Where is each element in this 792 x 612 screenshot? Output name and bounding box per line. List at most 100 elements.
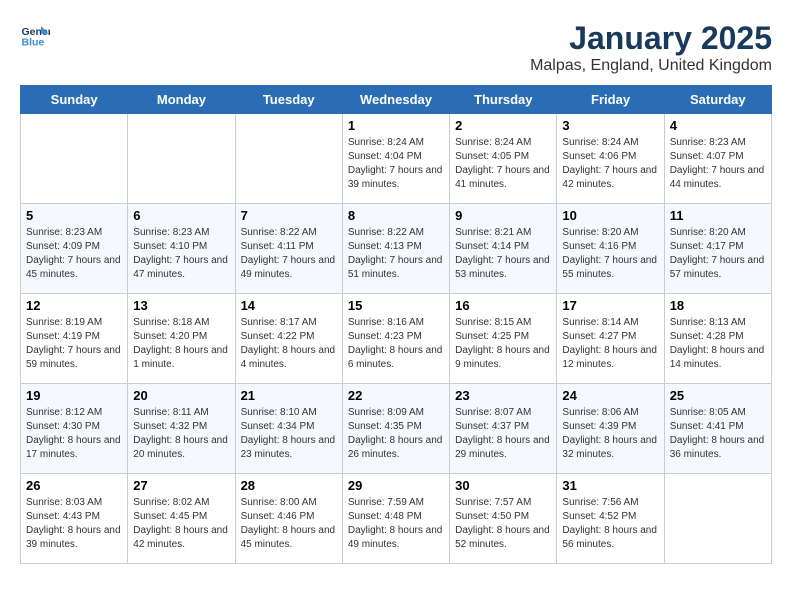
table-cell: 1Sunrise: 8:24 AMSunset: 4:04 PMDaylight… [342, 114, 449, 204]
day-info: Sunrise: 8:23 AMSunset: 4:07 PMDaylight:… [670, 136, 766, 192]
day-number: 3 [562, 118, 658, 133]
header: General Blue January 2025 Malpas, Englan… [20, 20, 772, 75]
header-wednesday: Wednesday [342, 86, 449, 114]
table-cell: 28 Sunrise: 8:00 AMSunset: 4:46 PMDayligh… [235, 474, 342, 564]
calendar-title: January 2025 [530, 20, 772, 57]
day-info: Sunrise: 7:59 AMSunset: 4:48 PMDaylight:… [348, 496, 444, 552]
header-friday: Friday [557, 86, 664, 114]
day-info: Sunrise: 8:24 AMSunset: 4:05 PMDaylight:… [455, 136, 551, 192]
day-info: Sunrise: 8:23 AMSunset: 4:10 PMDaylight:… [133, 226, 229, 282]
svg-text:Blue: Blue [22, 37, 45, 49]
logo: General Blue [20, 20, 50, 50]
table-cell: 15 Sunrise: 8:16 AMSunset: 4:23 PMDayligh… [342, 294, 449, 384]
calendar-subtitle: Malpas, England, United Kingdom [530, 57, 772, 75]
table-cell: 31 Sunrise: 7:56 AMSunset: 4:52 PMDayligh… [557, 474, 664, 564]
day-info: Sunrise: 8:19 AMSunset: 4:19 PMDaylight:… [26, 316, 122, 372]
day-info: Sunrise: 8:02 AMSunset: 4:45 PMDaylight:… [133, 496, 229, 552]
week-row-1: 1Sunrise: 8:24 AMSunset: 4:04 PMDaylight… [21, 114, 772, 204]
day-info: Sunrise: 8:10 AMSunset: 4:34 PMDaylight:… [241, 406, 337, 462]
day-info: Sunrise: 8:15 AMSunset: 4:25 PMDaylight:… [455, 316, 551, 372]
table-cell: 26Sunrise: 8:03 AMSunset: 4:43 PMDayligh… [21, 474, 128, 564]
title-area: January 2025 Malpas, England, United Kin… [530, 20, 772, 75]
header-saturday: Saturday [664, 86, 771, 114]
table-cell: 27 Sunrise: 8:02 AMSunset: 4:45 PMDayligh… [128, 474, 235, 564]
table-cell: 6Sunrise: 8:23 AMSunset: 4:10 PMDaylight… [128, 204, 235, 294]
week-row-2: 5 Sunrise: 8:23 AMSunset: 4:09 PMDaylight… [21, 204, 772, 294]
day-info: Sunrise: 8:23 AMSunset: 4:09 PMDaylight:… [26, 226, 122, 282]
day-number: 8 [348, 208, 444, 223]
day-info: Sunrise: 8:24 AMSunset: 4:06 PMDaylight:… [562, 136, 658, 192]
day-number: 18 [670, 298, 766, 313]
day-number: 25 [670, 388, 766, 403]
day-number: 27 [133, 478, 229, 493]
table-cell: 24 Sunrise: 8:06 AMSunset: 4:39 PMDayligh… [557, 384, 664, 474]
day-number: 21 [241, 388, 337, 403]
header-thursday: Thursday [450, 86, 557, 114]
day-info: Sunrise: 8:22 AMSunset: 4:11 PMDaylight:… [241, 226, 337, 282]
day-info: Sunrise: 8:20 AMSunset: 4:16 PMDaylight:… [562, 226, 658, 282]
day-number: 11 [670, 208, 766, 223]
day-number: 4 [670, 118, 766, 133]
table-cell: 12 Sunrise: 8:19 AMSunset: 4:19 PMDayligh… [21, 294, 128, 384]
table-cell: 30Sunrise: 7:57 AMSunset: 4:50 PMDayligh… [450, 474, 557, 564]
table-cell: 16 Sunrise: 8:15 AMSunset: 4:25 PMDayligh… [450, 294, 557, 384]
table-cell: 22 Sunrise: 8:09 AMSunset: 4:35 PMDayligh… [342, 384, 449, 474]
logo-icon: General Blue [20, 20, 50, 50]
table-cell: 14 Sunrise: 8:17 AMSunset: 4:22 PMDayligh… [235, 294, 342, 384]
day-info: Sunrise: 8:03 AMSunset: 4:43 PMDaylight:… [26, 496, 122, 552]
day-number: 12 [26, 298, 122, 313]
day-info: Sunrise: 8:14 AMSunset: 4:27 PMDaylight:… [562, 316, 658, 372]
table-cell: 4 Sunrise: 8:23 AMSunset: 4:07 PMDaylight… [664, 114, 771, 204]
day-number: 15 [348, 298, 444, 313]
day-number: 28 [241, 478, 337, 493]
day-info: Sunrise: 8:24 AMSunset: 4:04 PMDaylight:… [348, 136, 444, 192]
day-info: Sunrise: 8:17 AMSunset: 4:22 PMDaylight:… [241, 316, 337, 372]
table-cell: 18Sunrise: 8:13 AMSunset: 4:28 PMDayligh… [664, 294, 771, 384]
day-info: Sunrise: 8:05 AMSunset: 4:41 PMDaylight:… [670, 406, 766, 462]
table-cell: 29 Sunrise: 7:59 AMSunset: 4:48 PMDayligh… [342, 474, 449, 564]
weekday-header-row: Sunday Monday Tuesday Wednesday Thursday… [21, 86, 772, 114]
day-info: Sunrise: 8:11 AMSunset: 4:32 PMDaylight:… [133, 406, 229, 462]
day-number: 22 [348, 388, 444, 403]
day-number: 29 [348, 478, 444, 493]
day-number: 14 [241, 298, 337, 313]
day-info: Sunrise: 7:56 AMSunset: 4:52 PMDaylight:… [562, 496, 658, 552]
day-info: Sunrise: 8:09 AMSunset: 4:35 PMDaylight:… [348, 406, 444, 462]
table-cell [664, 474, 771, 564]
table-cell: 23 Sunrise: 8:07 AMSunset: 4:37 PMDayligh… [450, 384, 557, 474]
day-info: Sunrise: 8:22 AMSunset: 4:13 PMDaylight:… [348, 226, 444, 282]
day-info: Sunrise: 8:00 AMSunset: 4:46 PMDaylight:… [241, 496, 337, 552]
table-cell: 9Sunrise: 8:21 AMSunset: 4:14 PMDaylight… [450, 204, 557, 294]
table-cell: 25 Sunrise: 8:05 AMSunset: 4:41 PMDayligh… [664, 384, 771, 474]
table-cell: 8 Sunrise: 8:22 AMSunset: 4:13 PMDaylight… [342, 204, 449, 294]
day-number: 2 [455, 118, 551, 133]
day-number: 23 [455, 388, 551, 403]
day-info: Sunrise: 8:21 AMSunset: 4:14 PMDaylight:… [455, 226, 551, 282]
table-cell: 10 Sunrise: 8:20 AMSunset: 4:16 PMDayligh… [557, 204, 664, 294]
day-number: 16 [455, 298, 551, 313]
week-row-4: 19Sunrise: 8:12 AMSunset: 4:30 PMDayligh… [21, 384, 772, 474]
day-number: 17 [562, 298, 658, 313]
table-cell [21, 114, 128, 204]
table-cell: 2 Sunrise: 8:24 AMSunset: 4:05 PMDaylight… [450, 114, 557, 204]
day-number: 13 [133, 298, 229, 313]
week-row-5: 26Sunrise: 8:03 AMSunset: 4:43 PMDayligh… [21, 474, 772, 564]
day-number: 10 [562, 208, 658, 223]
day-info: Sunrise: 8:16 AMSunset: 4:23 PMDaylight:… [348, 316, 444, 372]
day-number: 24 [562, 388, 658, 403]
table-cell [235, 114, 342, 204]
day-number: 30 [455, 478, 551, 493]
table-cell: 5 Sunrise: 8:23 AMSunset: 4:09 PMDaylight… [21, 204, 128, 294]
header-sunday: Sunday [21, 86, 128, 114]
day-number: 5 [26, 208, 122, 223]
day-number: 7 [241, 208, 337, 223]
day-number: 31 [562, 478, 658, 493]
table-cell: 20Sunrise: 8:11 AMSunset: 4:32 PMDayligh… [128, 384, 235, 474]
table-cell: 17 Sunrise: 8:14 AMSunset: 4:27 PMDayligh… [557, 294, 664, 384]
calendar-table: Sunday Monday Tuesday Wednesday Thursday… [20, 85, 772, 564]
day-info: Sunrise: 8:07 AMSunset: 4:37 PMDaylight:… [455, 406, 551, 462]
day-number: 19 [26, 388, 122, 403]
table-cell: 13Sunrise: 8:18 AMSunset: 4:20 PMDayligh… [128, 294, 235, 384]
day-info: Sunrise: 8:06 AMSunset: 4:39 PMDaylight:… [562, 406, 658, 462]
table-cell: 7 Sunrise: 8:22 AMSunset: 4:11 PMDaylight… [235, 204, 342, 294]
